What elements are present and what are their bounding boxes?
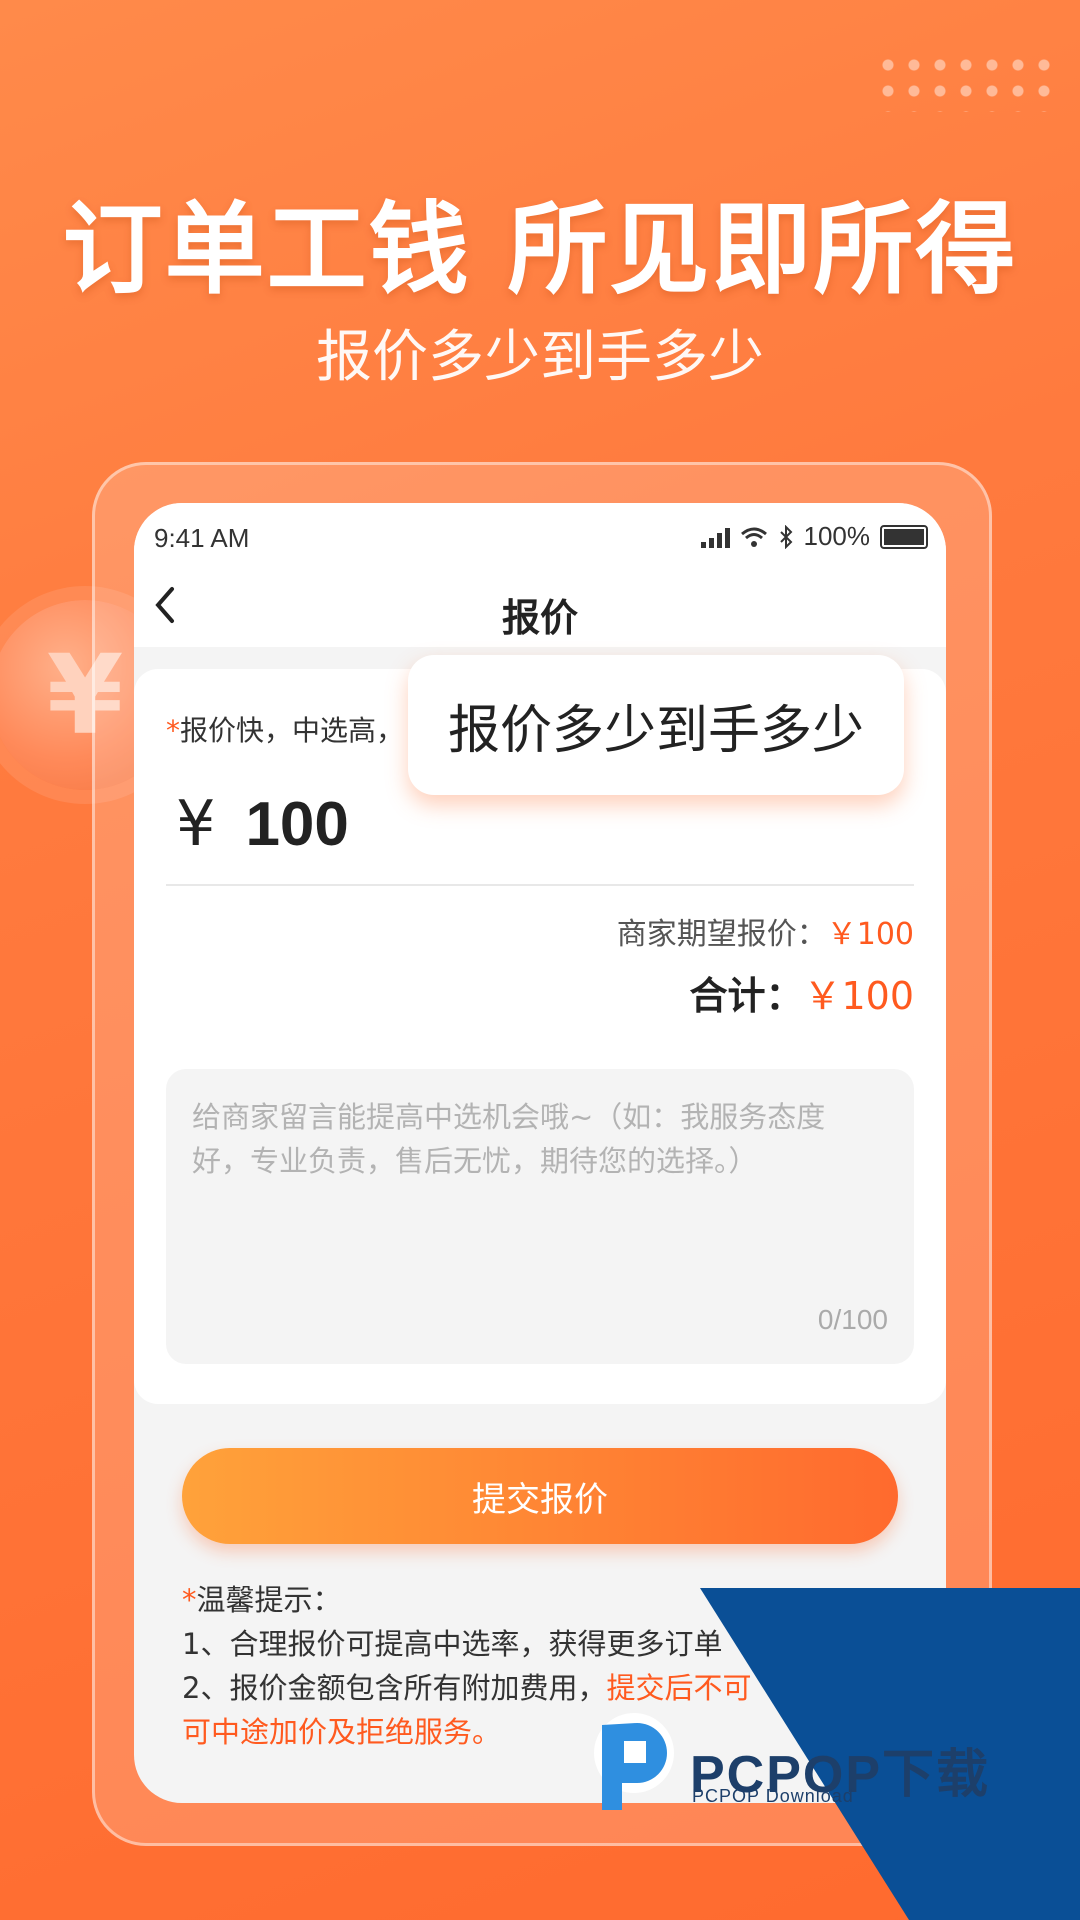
tips-line-2-text: 2、报价金额包含所有附加费用， [182,1671,607,1705]
tooltip-popup: 报价多少到手多少 [408,655,904,795]
quote-hint: *报价快，中选高， [166,709,404,749]
page-title: 报价 [501,596,578,640]
quote-card: *报价快，中选高， 报价多少到手多少 ¥100 商家期望报价：￥100 合计：￥… [134,655,946,1404]
total-label: 合计： [689,974,804,1018]
status-icons: 100% [700,521,928,552]
quote-hint-text: 报价快，中选高， [180,714,405,747]
total-value: ￥100 [803,974,914,1018]
price-amount: 100 [245,790,349,859]
pcpop-logo-icon [594,1713,674,1810]
message-textarea[interactable]: 给商家留言能提高中选机会哦~（如：我服务态度好，专业负责，售后无忧，期待您的选择… [166,1069,914,1364]
signal-icon [700,526,730,548]
price-input[interactable]: ¥100 [176,787,349,860]
promo-headline: 订单工钱 所见即所得 [62,191,1018,308]
wifi-icon [740,527,767,547]
status-time: 9:41 AM [154,523,250,553]
expected-price: 商家期望报价：￥100 [617,909,914,953]
tips-title-text: 温馨提示： [196,1583,342,1617]
message-placeholder: 给商家留言能提高中选机会哦~（如：我服务态度好，专业负责，售后无忧，期待您的选择… [192,1100,826,1178]
nav-bar: 报价 [134,567,946,647]
tips-line-2-warning: 提交后不可 [606,1671,752,1705]
divider [166,884,914,886]
currency-symbol: ¥ [176,787,216,860]
battery-icon [880,524,928,549]
expected-price-value: ￥100 [826,917,914,952]
bluetooth-icon [779,524,792,549]
watermark-subtitle: PCPOP Download [692,1786,854,1806]
char-counter: 0/100 [817,1304,888,1335]
status-bar: 9:41 AM 100% [134,503,946,567]
promo-subheadline: 报价多少到手多少 [316,325,764,390]
submit-quote-button[interactable]: 提交报价 [182,1448,898,1544]
battery-percent: 100% [803,521,871,551]
decorative-dots [875,52,1055,112]
expected-price-label: 商家期望报价： [616,917,827,952]
required-mark: * [166,714,180,747]
tips-required-mark: * [182,1583,197,1617]
total-price: 合计：￥100 [689,965,914,1020]
